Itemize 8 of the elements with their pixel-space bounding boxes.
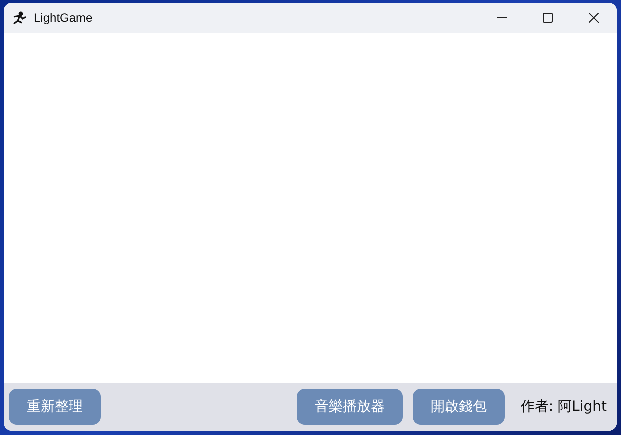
maximize-icon [543,13,553,23]
close-icon [589,13,599,23]
app-icon [12,10,28,26]
footer-button[interactable]: 音樂播放器 [296,389,403,425]
refresh-button[interactable]: 重新整理 [9,389,101,425]
author-label: 作者: 阿Light [520,398,607,416]
window-title: LightGame [34,11,93,25]
footer-button[interactable]: 開啟錢包 [412,389,505,425]
